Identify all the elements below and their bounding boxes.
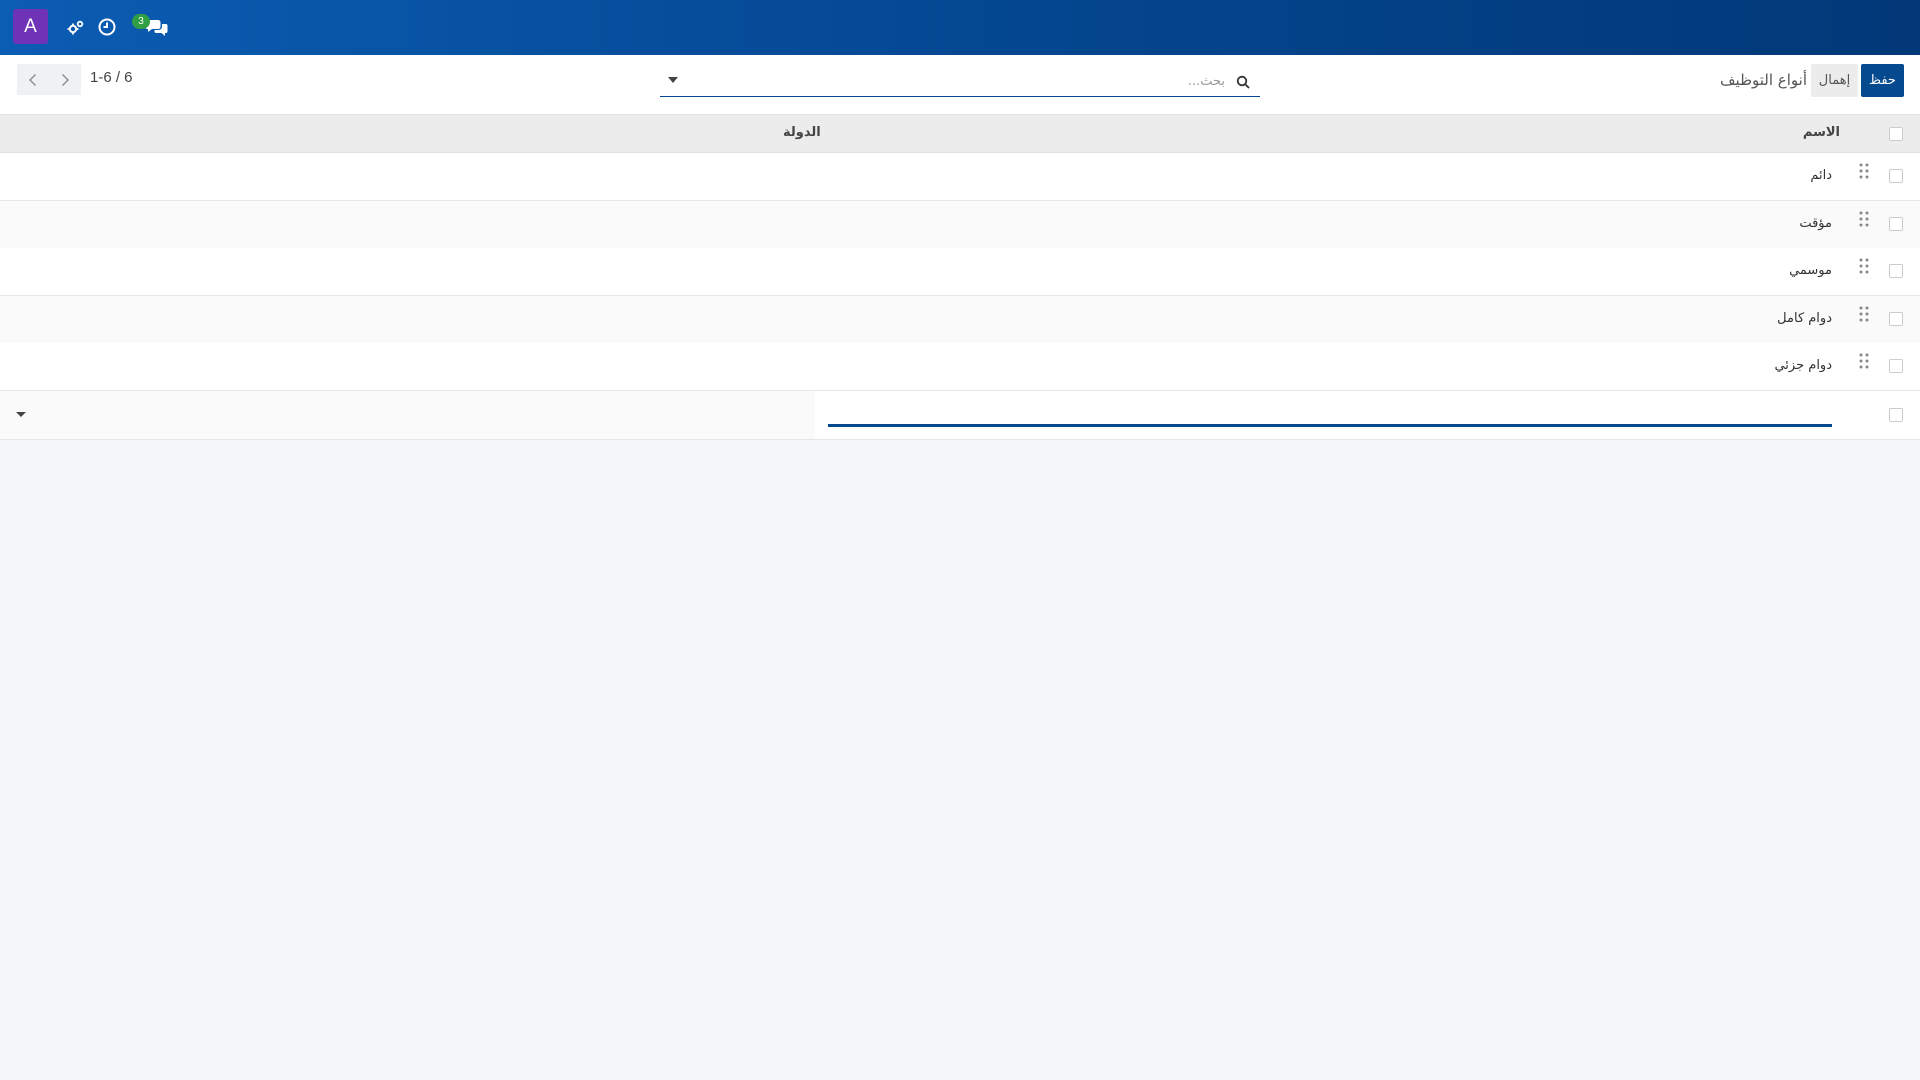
drag-handle-icon[interactable] (1859, 258, 1869, 274)
row-checkbox[interactable] (1889, 169, 1903, 183)
chat-badge: 3 (132, 14, 150, 29)
drag-handle-icon[interactable] (1859, 353, 1869, 369)
search-options-caret-icon[interactable] (668, 77, 678, 83)
list-header: الاسم الدولة (0, 115, 1920, 153)
chevron-left-icon (29, 73, 36, 86)
column-header-name[interactable]: الاسم (1803, 125, 1840, 140)
discard-button[interactable]: إهمال (1811, 64, 1858, 97)
name-edit-input[interactable] (828, 405, 1832, 427)
chevron-right-icon (62, 73, 69, 86)
table-row[interactable]: موسمي (0, 248, 1920, 296)
search-icon[interactable] (1236, 74, 1252, 90)
new-record-row[interactable] (0, 391, 1920, 440)
row-checkbox[interactable] (1889, 217, 1903, 231)
row-name-cell[interactable]: دائم (1810, 168, 1832, 183)
row-checkbox[interactable] (1889, 264, 1903, 278)
save-button[interactable]: حفظ (1861, 64, 1904, 97)
country-dropdown-caret-icon[interactable] (16, 412, 26, 417)
search-input[interactable] (690, 69, 1225, 94)
drag-handle-icon[interactable] (1859, 163, 1869, 179)
clock-icon[interactable] (95, 15, 119, 39)
control-panel: حفظ إهمال أنواع التوظيف 1-6 / 6 (0, 55, 1920, 115)
pager-next-button[interactable] (49, 64, 81, 95)
search-bar (660, 67, 1260, 97)
pager-previous-button[interactable] (17, 64, 49, 95)
drag-handle-icon[interactable] (1859, 211, 1869, 227)
cogs-icon[interactable] (64, 15, 88, 39)
table-row[interactable]: دوام كامل (0, 296, 1920, 344)
row-name-cell[interactable]: دوام كامل (1777, 311, 1832, 326)
row-checkbox[interactable] (1889, 359, 1903, 373)
row-name-cell[interactable]: موسمي (1789, 263, 1832, 278)
row-name-cell[interactable]: مؤقت (1799, 216, 1832, 231)
user-avatar[interactable]: A (13, 9, 48, 44)
row-checkbox[interactable] (1889, 312, 1903, 326)
row-checkbox[interactable] (1889, 408, 1903, 422)
pager-value[interactable]: 1-6 / 6 (90, 69, 133, 86)
table-row[interactable]: دوام جزئي (0, 343, 1920, 391)
table-row[interactable]: دائم (0, 153, 1920, 201)
row-name-cell[interactable]: دوام جزئي (1774, 358, 1832, 373)
select-all-checkbox[interactable] (1889, 127, 1903, 141)
drag-handle-icon[interactable] (1859, 306, 1869, 322)
top-navbar: A 3 (0, 0, 1920, 55)
column-header-country[interactable]: الدولة (783, 125, 821, 140)
page-title: أنواع التوظيف (1720, 71, 1807, 89)
table-row[interactable]: مؤقت (0, 201, 1920, 249)
country-select-cell[interactable] (0, 391, 815, 439)
